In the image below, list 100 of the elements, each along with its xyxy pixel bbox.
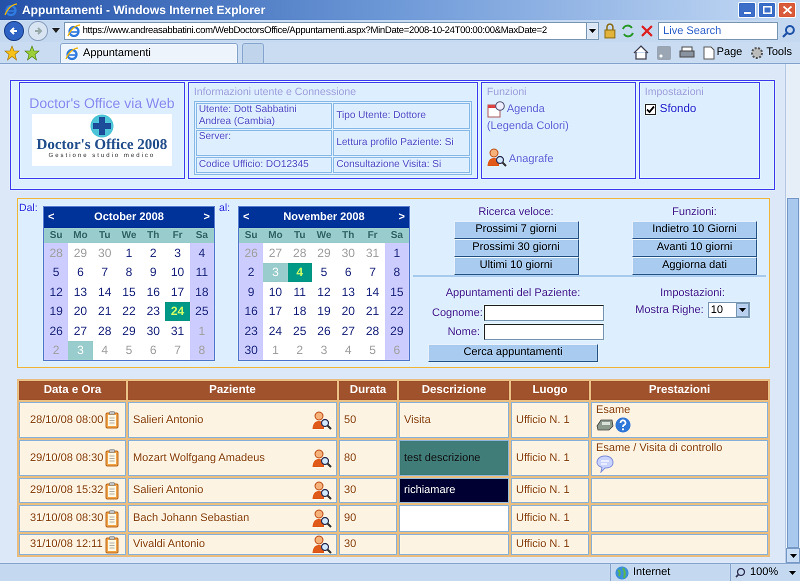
scroll-down-button[interactable]	[786, 548, 800, 563]
function-link[interactable]: Anagrafe	[508, 150, 554, 168]
calendar-day[interactable]: 6	[68, 262, 93, 282]
calendar-day[interactable]: 9	[141, 262, 166, 282]
calendar-day[interactable]: 22	[384, 302, 409, 321]
quick-search-button[interactable]: Prossimi 30 giorni	[454, 238, 578, 256]
calendar-day[interactable]: 12	[44, 282, 68, 302]
calendar-day[interactable]: 10	[263, 282, 288, 302]
function-button[interactable]: Avanti 10 giorni	[632, 238, 757, 256]
calendar-day[interactable]: 6	[336, 262, 360, 282]
calendar-day[interactable]: 26	[44, 321, 68, 340]
print-icon[interactable]	[678, 46, 695, 60]
calendar-day[interactable]: 28	[92, 321, 117, 340]
calendar-day[interactable]: 11	[288, 282, 312, 302]
calendar-day[interactable]: 24	[263, 321, 288, 340]
scroll-thumb[interactable]	[787, 198, 799, 548]
calendar-day[interactable]: 4	[190, 243, 214, 262]
dropdown-caret-icon[interactable]	[52, 28, 60, 34]
calendar-day[interactable]: 27	[68, 321, 93, 340]
calendar-day[interactable]: 23	[141, 302, 166, 321]
calendar-day[interactable]: 30	[141, 321, 166, 340]
zoom-button[interactable]: 100%	[730, 564, 800, 581]
calendar-day[interactable]: 31	[165, 321, 190, 340]
page-menu-button[interactable]: Page	[702, 44, 742, 61]
calendar-day[interactable]: 22	[116, 302, 142, 321]
next-month-link[interactable]: >	[398, 209, 405, 226]
calendar-day[interactable]: 13	[68, 282, 93, 302]
scrollbar[interactable]	[785, 64, 800, 563]
search-field[interactable]: Live Search	[658, 22, 778, 40]
calendar-day[interactable]: 23	[239, 321, 264, 340]
calendar-day[interactable]: 13	[336, 282, 360, 302]
search-icon[interactable]	[782, 24, 796, 38]
clipboard-icon[interactable]	[105, 482, 119, 500]
calendar-day[interactable]: 17	[165, 282, 190, 302]
calendar-day[interactable]: 27	[336, 321, 360, 340]
calendar-day[interactable]: 9	[239, 282, 264, 302]
function-link[interactable]: Agenda	[506, 101, 545, 118]
patient-search-icon[interactable]	[312, 448, 332, 468]
search-appointments-button[interactable]: Cerca appuntamenti	[428, 344, 598, 362]
clipboard-icon[interactable]	[105, 449, 119, 467]
calendar-day[interactable]: 20	[336, 302, 360, 321]
next-month-link[interactable]: >	[204, 209, 210, 226]
quick-search-button[interactable]: Prossimi 7 giorni	[454, 220, 578, 238]
text-field[interactable]	[484, 304, 604, 321]
patient-search-icon[interactable]	[312, 535, 332, 554]
calendar-day[interactable]: 21	[360, 302, 385, 321]
person-search-icon[interactable]	[486, 148, 507, 168]
clipboard-icon[interactable]	[105, 510, 119, 528]
calendar-day[interactable]: 2	[141, 243, 166, 262]
patient-search-icon[interactable]	[312, 481, 332, 500]
calendar-day[interactable]: 2	[239, 262, 264, 282]
stop-icon[interactable]	[640, 24, 654, 38]
previous-month-link[interactable]: <	[243, 209, 250, 226]
calendar-day[interactable]: 14	[92, 282, 117, 302]
calendar-day[interactable]: 25	[190, 302, 214, 321]
add-favorite-icon[interactable]	[24, 44, 40, 60]
tools-menu-button[interactable]: Tools	[750, 44, 792, 61]
calendar-day[interactable]: 1	[384, 243, 409, 262]
close-button[interactable]	[778, 2, 796, 18]
calendar-day[interactable]: 1	[116, 243, 142, 262]
address-field[interactable]: https://www.andreasabbatini.com/WebDoctorsOffice/Appuntamenti.aspx?MinDate=2008-10-24T00:00:00&MaxDate=2	[64, 22, 599, 40]
clipboard-icon[interactable]	[105, 536, 119, 554]
function-button[interactable]: Aggiorna dati	[632, 256, 757, 274]
calendar-day[interactable]: 5	[312, 262, 336, 282]
calendar-day[interactable]: 16	[239, 302, 264, 321]
calendar-day[interactable]: 28	[360, 321, 385, 340]
calendar-day[interactable]: 18	[190, 282, 214, 302]
calendar-day[interactable]: 18	[288, 302, 312, 321]
calendar-day[interactable]: 21	[92, 302, 117, 321]
checkbox[interactable]	[644, 104, 656, 115]
calendar-day[interactable]: 10	[165, 262, 190, 282]
calendar-day[interactable]: 12	[312, 282, 336, 302]
clipboard-icon[interactable]	[105, 411, 119, 429]
previous-month-link[interactable]: <	[48, 209, 54, 226]
maximize-button[interactable]	[758, 2, 776, 18]
home-icon[interactable]	[632, 45, 649, 60]
calendar-day[interactable]: 30	[239, 340, 264, 360]
rows-select[interactable]: 10	[708, 302, 750, 318]
calendar-day[interactable]: 19	[312, 302, 336, 321]
calendar-day[interactable]: 29	[116, 321, 142, 340]
calendar-day[interactable]: 17	[263, 302, 288, 321]
minimize-button[interactable]	[738, 2, 756, 18]
calendar-day[interactable]: 19	[44, 302, 68, 321]
function-button[interactable]: Indietro 10 Giorni	[632, 220, 757, 238]
lock-icon[interactable]	[602, 23, 616, 39]
text-field[interactable]	[484, 324, 604, 340]
patient-search-icon[interactable]	[312, 410, 332, 430]
calendar-day[interactable]: 16	[141, 282, 166, 302]
calendar-day[interactable]: 5	[44, 262, 68, 282]
calendar-day[interactable]: 29	[384, 321, 409, 340]
back-button[interactable]	[4, 21, 24, 41]
star-icon[interactable]	[4, 44, 20, 60]
calendar-day[interactable]: 20	[68, 302, 93, 321]
calendar-day[interactable]: 25	[288, 321, 312, 340]
calendar-day[interactable]: 8	[116, 262, 142, 282]
calendar-day[interactable]: 3	[165, 243, 190, 262]
patient-search-icon[interactable]	[312, 509, 332, 528]
calendar-day[interactable]: 7	[92, 262, 117, 282]
calendar-day[interactable]: 8	[384, 262, 409, 282]
calendar-day[interactable]: 14	[360, 282, 385, 302]
